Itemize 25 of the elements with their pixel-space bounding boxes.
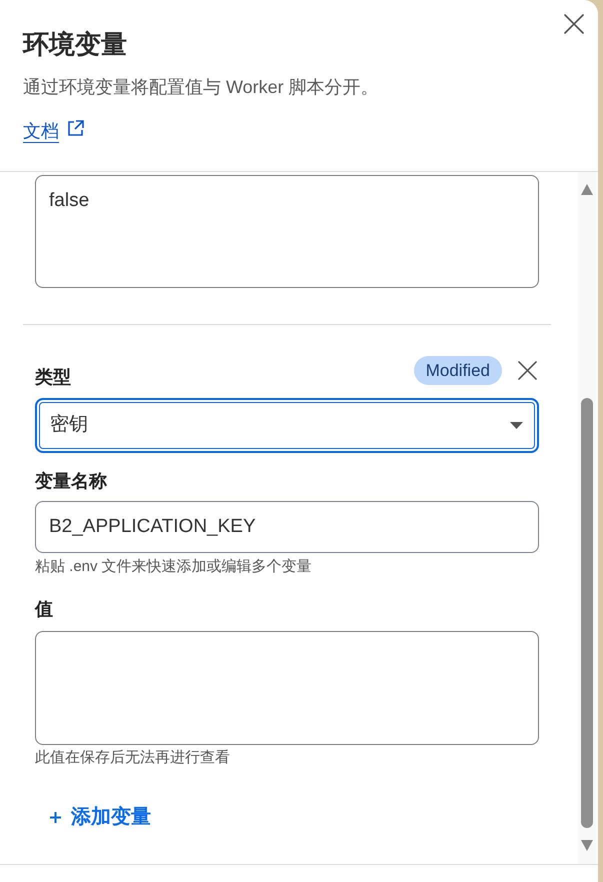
value-textarea[interactable]: false (35, 175, 539, 288)
value-textarea[interactable] (35, 631, 539, 745)
scroll-up-icon[interactable] (581, 184, 593, 195)
scrollbar[interactable] (578, 172, 596, 864)
hint-text: 粘贴 .env 文件来快速添加或编辑多个变量 (35, 557, 312, 577)
panel-title: 环境变量 (23, 28, 127, 60)
field-label: 值 (35, 598, 53, 621)
status-badge: Modified (414, 356, 502, 385)
type-select[interactable]: 密钥 (35, 398, 539, 453)
hint-text: 此值在保存后无法再进行查看 (35, 748, 230, 768)
panel-description: 通过环境变量将配置值与 Worker 脚本分开。 (23, 76, 379, 99)
add-variable-button[interactable]: 添加变量 (48, 805, 153, 829)
close-button[interactable] (563, 13, 585, 35)
close-icon (518, 361, 536, 380)
field-label: 变量名称 (35, 470, 107, 493)
remove-button[interactable] (516, 360, 538, 382)
name-input[interactable]: B2_APPLICATION_KEY (35, 501, 539, 553)
field-label: 类型 (35, 366, 71, 389)
close-icon (564, 14, 584, 34)
caret-icon (510, 422, 523, 429)
external-link-icon (67, 120, 84, 136)
plus-icon (50, 812, 61, 822)
docs-link[interactable]: 文档 (23, 118, 84, 144)
scrollbar-thumb[interactable] (581, 398, 593, 828)
scroll-down-icon[interactable] (581, 840, 593, 851)
